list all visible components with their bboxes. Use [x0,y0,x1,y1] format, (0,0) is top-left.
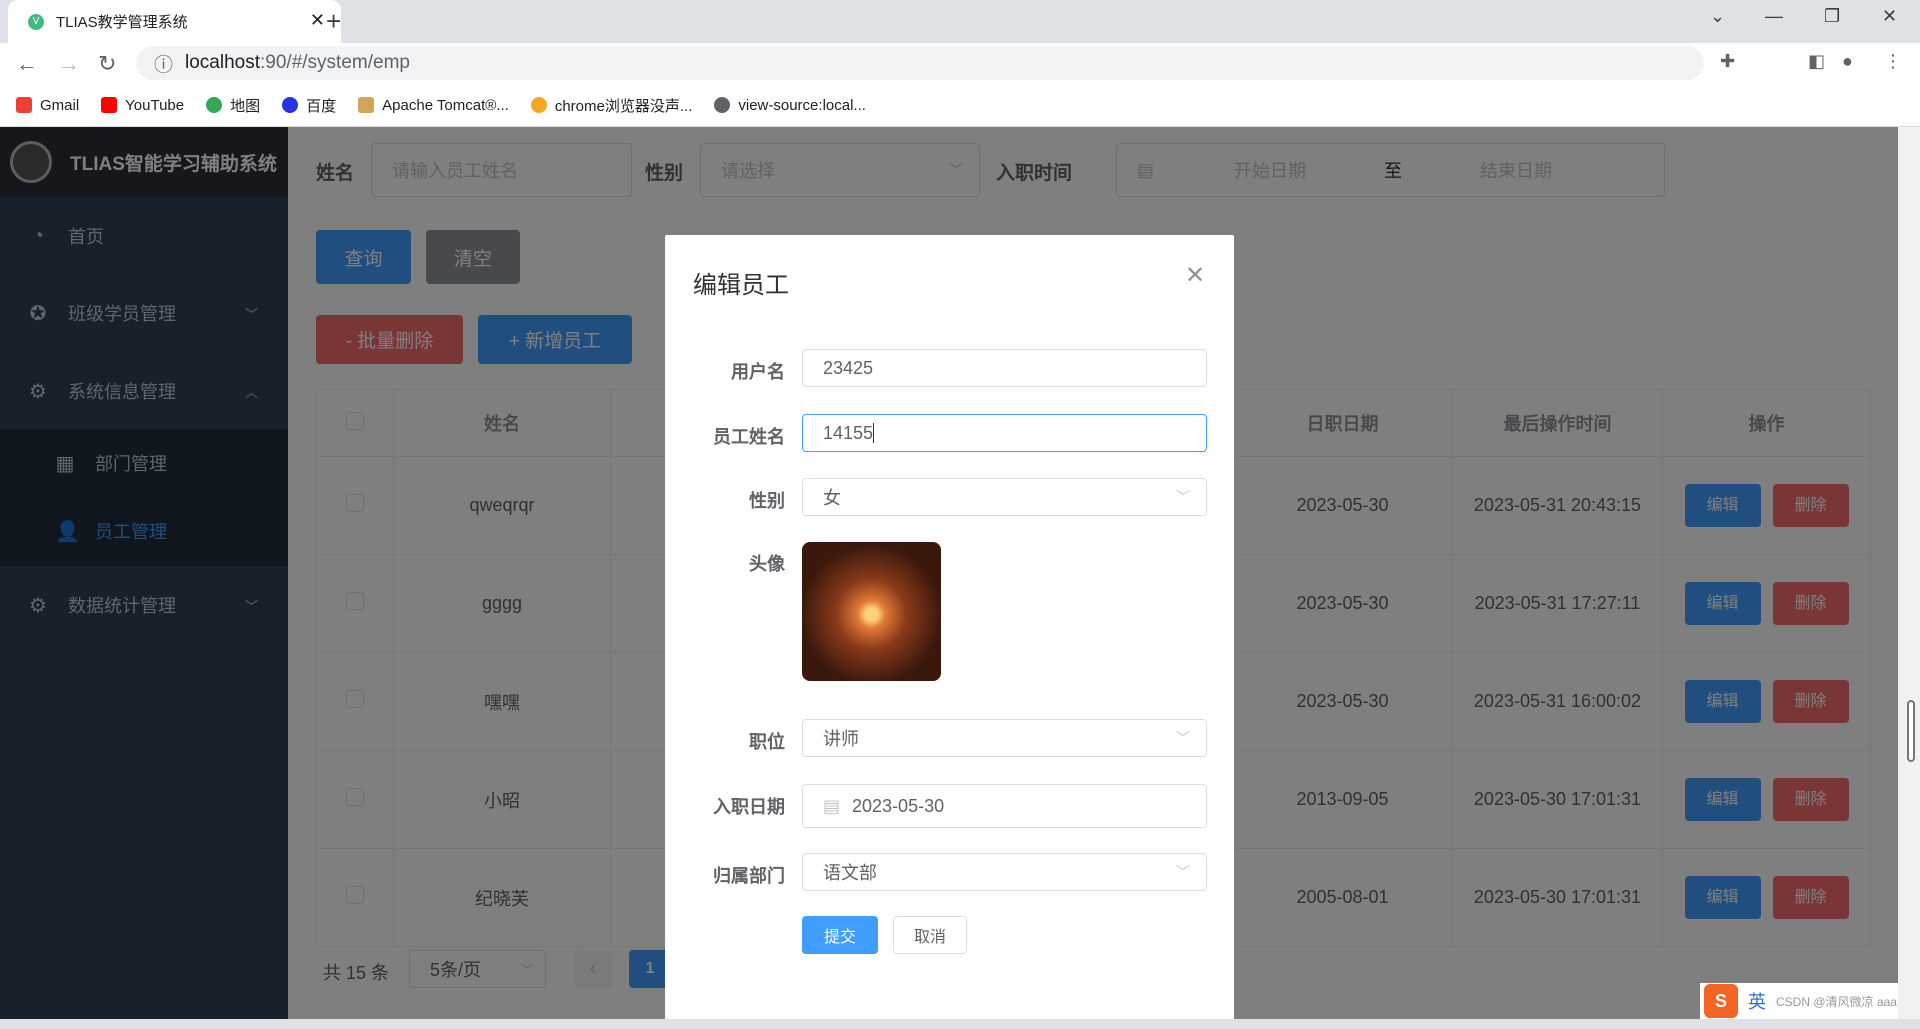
extensions-icon[interactable]: ✚ [1720,51,1746,77]
watermark: CSDN @清风微凉 aaa [1776,994,1897,1009]
avatar-label: 头像 [749,554,785,574]
close-tab-icon[interactable]: ✕ [310,10,325,31]
dialog-title: 编辑员工 [693,272,789,299]
youtube-icon [101,97,118,113]
chevron-down-icon: ﹀ [1176,730,1190,746]
dept-select[interactable]: 语文部 ﹀ [802,853,1207,891]
edit-employee-dialog: 编辑员工 ✕ 用户名 23425 员工姓名 14155 性别 女 ﹀ 头像 职位 … [665,235,1234,1029]
globe-icon [714,97,731,113]
dept-label: 归属部门 [713,866,785,886]
chevron-down-icon: ﹀ [1176,489,1190,505]
chevron-down-icon: ﹀ [1176,864,1190,880]
gmail-icon [16,97,32,113]
cancel-button[interactable]: 取消 [893,916,967,954]
info-icon: ⓘ [154,54,174,76]
username-label: 用户名 [731,362,785,382]
bookmark-site-icon [530,97,547,113]
bookmark-youtube[interactable]: YouTube [101,97,184,114]
ime-lang: 英 [1748,992,1766,1012]
url-host: localhost [185,52,261,73]
gender-label: 性别 [749,491,785,511]
forward-icon[interactable]: → [58,51,84,77]
new-tab-button[interactable]: + [326,6,341,37]
gender-select[interactable]: 女 ﹀ [802,478,1207,516]
job-select[interactable]: 讲师 ﹀ [802,719,1207,757]
back-icon[interactable]: ← [16,51,42,77]
bookmark-baidu[interactable]: 百度 [282,95,336,116]
calendar-icon: ▤ [823,795,841,816]
ime-toolbar[interactable]: S 英 CSDN @清风微凉 aaa [1700,983,1898,1019]
job-label: 职位 [749,732,785,752]
name-input[interactable]: 14155 [802,414,1207,452]
username-input[interactable]: 23425 [802,349,1207,387]
url-bar[interactable]: ⓘ localhost:90/#/system/emp [136,46,1704,80]
name-label: 员工姓名 [713,427,785,447]
profile-icon[interactable]: ● [1842,51,1868,77]
bookmark-chrome-sound[interactable]: chrome浏览器没声... [530,95,692,116]
sogou-icon: S [1704,984,1738,1018]
scrollbar[interactable] [1898,127,1920,1019]
reload-icon[interactable]: ↻ [98,51,124,77]
entry-date-picker[interactable]: ▤ 2023-05-30 [802,784,1207,828]
close-window-button[interactable]: ✕ [1882,6,1897,27]
bookmark-maps[interactable]: 地图 [206,95,260,116]
restore-button[interactable]: ❐ [1824,6,1840,27]
map-pin-icon [206,97,223,113]
browser-tab[interactable]: V TLIAS教学管理系统 ✕ [8,0,341,43]
avatar-upload-image[interactable] [802,542,941,681]
baidu-icon [282,97,299,113]
tomcat-icon [358,97,375,113]
taskbar-strip [0,1019,1920,1029]
submit-button[interactable]: 提交 [802,916,878,954]
browser-tab-strip: V TLIAS教学管理系统 ✕ + ⌄ — ❐ ✕ [0,0,1920,43]
bookmarks-bar: Gmail YouTube 地图 百度 Apache Tomcat®... ch… [0,84,1920,127]
menu-icon[interactable]: ⋮ [1884,51,1910,77]
url-path: :90/#/system/emp [260,52,410,73]
sidepanel-icon[interactable]: ◧ [1808,51,1834,77]
bookmark-gmail[interactable]: Gmail [16,97,79,114]
address-toolbar: ← → ↻ ⓘ localhost:90/#/system/emp ✚ ◧ ● ⋮ [0,43,1920,84]
tab-search-icon[interactable]: ⌄ [1710,6,1725,27]
bookmark-tomcat[interactable]: Apache Tomcat®... [358,97,509,114]
close-icon[interactable]: ✕ [1185,261,1205,290]
entry-date-label: 入职日期 [713,797,785,817]
tab-title: TLIAS教学管理系统 [56,14,188,31]
minimize-button[interactable]: — [1765,6,1783,27]
scrollbar-thumb[interactable] [1907,700,1915,762]
vue-favicon-icon: V [28,13,44,30]
bookmark-view-source[interactable]: view-source:local... [714,97,866,114]
